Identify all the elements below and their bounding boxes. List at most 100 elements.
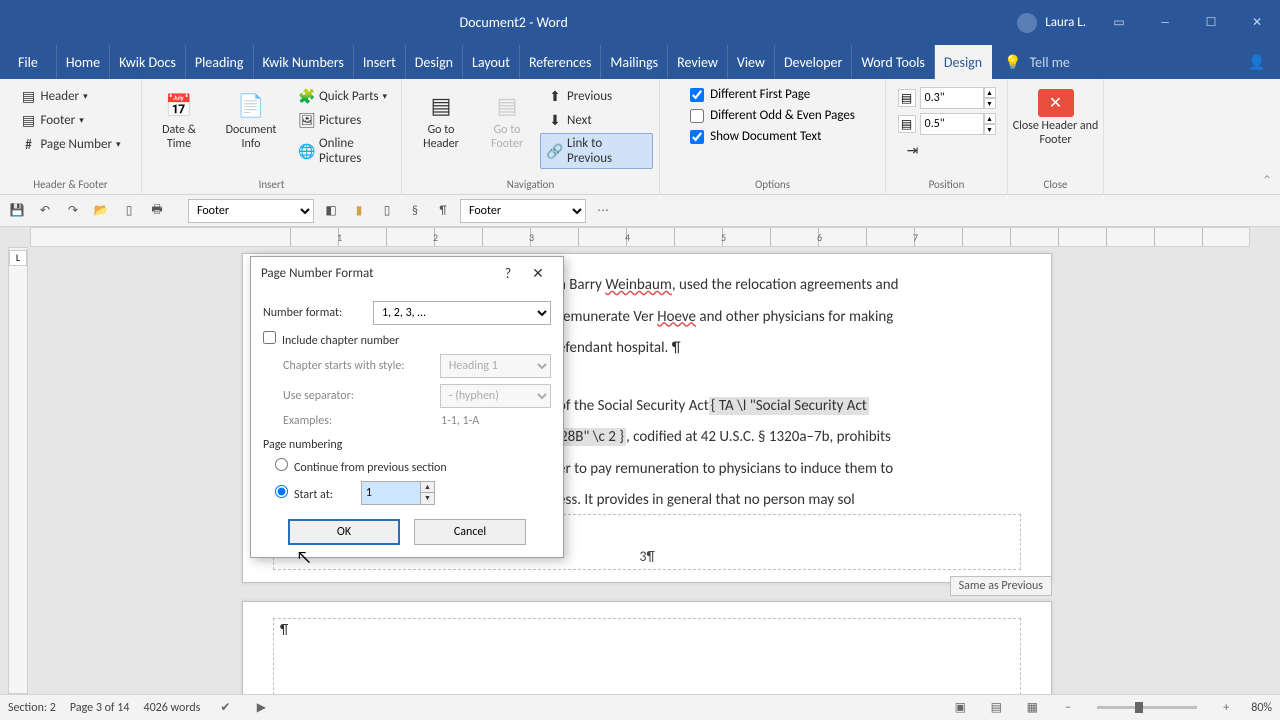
start-at-input[interactable]: [362, 482, 420, 504]
share-button[interactable]: 👤: [1234, 45, 1280, 79]
status-page[interactable]: Page 3 of 14: [70, 701, 130, 715]
vertical-ruler[interactable]: L: [8, 247, 28, 694]
tab-pleading[interactable]: Pleading: [186, 45, 254, 79]
date-time-button[interactable]: 📅 Date & Time: [148, 85, 210, 155]
different-first-page-checkbox[interactable]: Different First Page: [686, 85, 859, 104]
web-layout-icon[interactable]: ▦: [1021, 697, 1043, 719]
body-text: h Barry Weinbaum, used the relocation ag…: [558, 270, 1021, 517]
start-at-spinner[interactable]: ▲▼: [361, 481, 435, 505]
footer-button[interactable]: ▤Footer ▾: [13, 109, 127, 131]
redo-icon[interactable]: ↷: [62, 200, 84, 222]
macro-icon[interactable]: ▶: [250, 697, 272, 719]
tab-kwik-docs[interactable]: Kwik Docs: [110, 45, 186, 79]
quick-parts-button[interactable]: 🧩Quick Parts ▾: [292, 85, 395, 107]
zoom-slider[interactable]: [1097, 706, 1197, 709]
style-combo-1[interactable]: Footer: [188, 199, 314, 223]
next-button[interactable]: ⬇Next: [540, 109, 653, 131]
spellcheck-icon[interactable]: ✔: [214, 697, 236, 719]
tab-kwik-numbers[interactable]: Kwik Numbers: [254, 45, 354, 79]
undo-icon[interactable]: ↶: [34, 200, 56, 222]
pictures-button[interactable]: 🖼Pictures: [292, 109, 395, 131]
ruler-num: 7: [913, 231, 918, 244]
tab-layout[interactable]: Layout: [463, 45, 520, 79]
ruler-num: 1: [337, 231, 342, 244]
header-button[interactable]: ▤Header ▾: [13, 85, 127, 107]
tab-file[interactable]: File: [0, 45, 57, 79]
header-top-spinner[interactable]: ▲▼: [984, 87, 996, 109]
qat-icon-c[interactable]: ▯: [376, 200, 398, 222]
dialog-close-icon[interactable]: ✕: [523, 259, 553, 287]
collapse-ribbon-icon[interactable]: ⌃: [1262, 173, 1272, 188]
user-area[interactable]: Laura L.: [1007, 13, 1096, 33]
number-format-select[interactable]: 1, 2, 3, …: [373, 301, 551, 325]
footer-bottom-spinner[interactable]: ▲▼: [984, 113, 996, 135]
tab-mailings[interactable]: Mailings: [601, 45, 668, 79]
footer-from-bottom-input[interactable]: [920, 113, 984, 135]
zoom-level[interactable]: 80%: [1251, 701, 1272, 715]
examples-label: Examples:: [283, 414, 433, 428]
read-mode-icon[interactable]: ▣: [949, 697, 971, 719]
page-number-button[interactable]: #Page Number ▾: [13, 133, 127, 155]
calendar-clock-icon: 📅: [163, 89, 195, 121]
qat-icon-a[interactable]: ◧: [320, 200, 342, 222]
new-doc-icon[interactable]: ▯: [118, 200, 140, 222]
tab-selector-icon[interactable]: L: [9, 250, 27, 266]
different-odd-even-checkbox[interactable]: Different Odd & Even Pages: [686, 106, 859, 125]
tab-hf-design[interactable]: Design: [935, 45, 992, 79]
tab-home[interactable]: Home: [57, 45, 110, 79]
goto-header-button[interactable]: ▤ Go to Header: [408, 85, 474, 155]
show-document-text-checkbox[interactable]: Show Document Text: [686, 127, 859, 146]
tab-stop-icon: ⇥: [905, 142, 921, 158]
qat-more-icon[interactable]: ⋯: [592, 200, 614, 222]
online-pictures-button[interactable]: 🌐Online Pictures: [292, 133, 395, 169]
link-previous-button[interactable]: 🔗Link to Previous: [540, 133, 653, 169]
goto-footer-label: Go to Footer: [484, 123, 530, 151]
tell-me[interactable]: 💡 Tell me: [992, 45, 1234, 79]
previous-button[interactable]: ⬆Previous: [540, 85, 653, 107]
show-doc-label: Show Document Text: [710, 129, 821, 144]
tab-developer[interactable]: Developer: [775, 45, 852, 79]
tab-view[interactable]: View: [728, 45, 775, 79]
spin-down-icon[interactable]: ▼: [420, 493, 434, 504]
close-window-icon[interactable]: ✕: [1234, 0, 1280, 45]
save-icon[interactable]: 💾: [6, 200, 28, 222]
horizontal-ruler[interactable]: 1 2 3 4 5 6 7: [30, 227, 1250, 247]
tab-word-tools[interactable]: Word Tools: [852, 45, 935, 79]
tab-design-1[interactable]: Design: [406, 45, 463, 79]
header-from-top-input[interactable]: [920, 87, 984, 109]
document-info-button[interactable]: 📄 Document Info: [212, 85, 290, 155]
chapter-style-select: Heading 1: [440, 354, 551, 378]
tab-review[interactable]: Review: [668, 45, 728, 79]
status-words[interactable]: 4026 words: [143, 701, 200, 715]
minimize-icon[interactable]: ―: [1142, 0, 1188, 45]
insert-alignment-tab-button[interactable]: ⇥: [898, 139, 996, 161]
ribbon-display-icon[interactable]: ▭: [1096, 0, 1142, 45]
section-icon[interactable]: §: [404, 200, 426, 222]
pilcrow-icon[interactable]: ¶: [432, 200, 454, 222]
include-chapter-checkbox[interactable]: Include chapter number: [263, 331, 399, 348]
tell-me-label: Tell me: [1030, 54, 1070, 71]
doc-info-label: Document Info: [220, 123, 282, 151]
zoom-out-icon[interactable]: −: [1057, 697, 1079, 719]
paragraph-mark-icon: ¶: [280, 621, 288, 638]
print-layout-icon[interactable]: ▤: [985, 697, 1007, 719]
dialog-help-icon[interactable]: ?: [493, 259, 523, 287]
start-at-radio[interactable]: Start at:: [275, 485, 333, 502]
ok-button[interactable]: OK: [288, 519, 400, 545]
open-icon[interactable]: 📂: [90, 200, 112, 222]
continue-previous-radio[interactable]: Continue from previous section: [275, 458, 447, 475]
spin-up-icon[interactable]: ▲: [420, 482, 434, 493]
tab-references[interactable]: References: [520, 45, 601, 79]
print-preview-icon[interactable]: 🖶: [146, 200, 168, 222]
document-page-2[interactable]: ¶: [242, 601, 1052, 694]
style-combo-2[interactable]: Footer: [460, 199, 586, 223]
zoom-in-icon[interactable]: +: [1215, 697, 1237, 719]
status-section[interactable]: Section: 2: [8, 701, 56, 715]
header-region-page2[interactable]: ¶: [273, 618, 1021, 694]
ruler-num: 6: [817, 231, 822, 244]
tab-insert[interactable]: Insert: [354, 45, 406, 79]
cancel-button[interactable]: Cancel: [414, 519, 526, 545]
maximize-icon[interactable]: ☐: [1188, 0, 1234, 45]
close-header-footer-button[interactable]: ✕ Close Header and Footer: [1005, 85, 1107, 151]
qat-icon-b[interactable]: ▮: [348, 200, 370, 222]
